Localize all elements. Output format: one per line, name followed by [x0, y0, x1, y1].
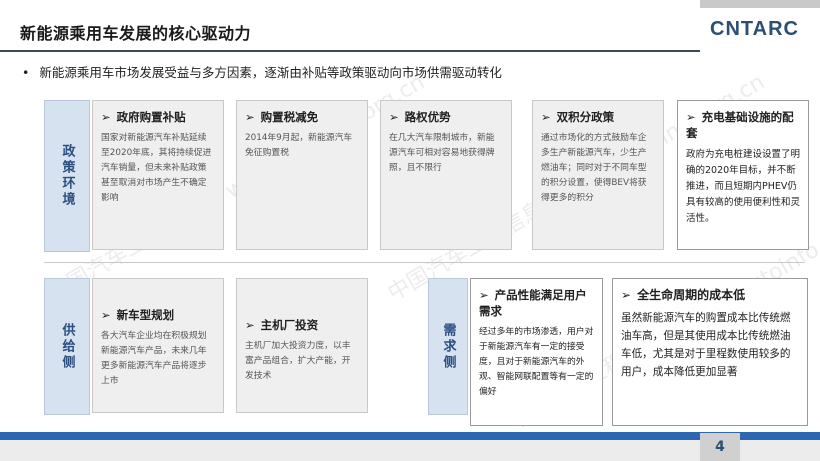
- card-body: 主机厂加大投资力度，以丰富产品组合，扩大产能，开发技术: [245, 341, 351, 381]
- title-divider: [0, 50, 700, 52]
- card-title: ➢ 全生命周期的成本低: [621, 287, 799, 303]
- logo-text: CNTARC: [710, 18, 799, 40]
- card-body: 政府为充电桩建设设置了明确的2020年目标，并不断推进，而且短期内PHEV仍具有…: [686, 149, 801, 224]
- card-title-text: 产品性能满足用户需求: [479, 288, 587, 318]
- logo: CNTARC: [700, 0, 820, 58]
- arrow-icon: ➢: [686, 110, 696, 124]
- card-title: ➢ 购置税减免: [245, 109, 359, 125]
- card-title-text: 新车型规划: [116, 308, 175, 322]
- card-title-text: 充电基础设施的配套: [686, 110, 794, 140]
- card-body: 各大汽车企业均在积极规划新能源汽车产品，未来几年更多新能源汽车产品将逐步上市: [101, 331, 207, 386]
- card-body: 2014年9月起，新能源汽车免征购置税: [245, 133, 353, 158]
- card-road-rights: ➢ 路权优势 在几大汽车限制城市，新能源汽车可相对容易地获得牌照，且不限行: [380, 100, 512, 250]
- arrow-icon: ➢: [479, 288, 489, 302]
- card-title: ➢ 充电基础设施的配套: [686, 109, 800, 141]
- card-title: ➢ 新车型规划: [101, 307, 215, 323]
- page-number: 4: [700, 433, 740, 461]
- arrow-icon: ➢: [541, 110, 551, 124]
- card-product-performance: ➢ 产品性能满足用户需求 经过多年的市场渗透，用户对于新能源汽车有一定的接受度，且…: [470, 278, 603, 426]
- arrow-icon: ➢: [101, 110, 111, 124]
- section-label-text: 需求侧: [440, 322, 456, 371]
- card-title-text: 购置税减免: [260, 110, 319, 124]
- card-title: ➢ 路权优势: [389, 109, 503, 125]
- card-title-text: 政府购置补贴: [116, 110, 186, 124]
- card-body: 经过多年的市场渗透，用户对于新能源汽车有一定的接受度，且对于新能源汽车的外观、智…: [479, 327, 594, 397]
- card-title: ➢ 政府购置补贴: [101, 109, 215, 125]
- card-title-text: 主机厂投资: [260, 318, 319, 332]
- footer-band: [0, 440, 820, 461]
- arrow-icon: ➢: [245, 110, 255, 124]
- logo-bar: [700, 0, 820, 8]
- card-title-text: 双积分政策: [556, 110, 615, 124]
- card-title: ➢ 主机厂投资: [245, 317, 359, 333]
- section-label-policy: 政策环境: [44, 100, 90, 252]
- card-lifecycle-cost: ➢ 全生命周期的成本低 虽然新能源汽车的购置成本比传统燃油车高，但是其使用成本比传…: [612, 278, 808, 426]
- card-new-model-planning: ➢ 新车型规划 各大汽车企业均在积极规划新能源汽车产品，未来几年更多新能源汽车产品…: [92, 278, 224, 413]
- card-title-text: 路权优势: [404, 110, 451, 124]
- card-oem-investment: ➢ 主机厂投资 主机厂加大投资力度，以丰富产品组合，扩大产能，开发技术: [236, 278, 368, 413]
- arrow-icon: ➢: [389, 110, 399, 124]
- card-dual-credit: ➢ 双积分政策 通过市场化的方式鼓励车企多生产新能源汽车，少生产燃油车；同时对于不…: [532, 100, 664, 250]
- card-body: 在几大汽车限制城市，新能源汽车可相对容易地获得牌照，且不限行: [389, 133, 495, 173]
- section-label-demand: 需求侧: [428, 278, 468, 415]
- subtitle: • 新能源乘用车市场发展受益与多方因素，逐渐由补贴等政策驱动向市场供需驱动转化: [22, 62, 502, 81]
- subtitle-text: 新能源乘用车市场发展受益与多方因素，逐渐由补贴等政策驱动向市场供需驱动转化: [39, 65, 502, 80]
- bullet-icon: •: [22, 65, 30, 80]
- card-title: ➢ 产品性能满足用户需求: [479, 287, 594, 319]
- section-label-supply: 供给侧: [44, 278, 90, 415]
- card-body: 国家对新能源汽车补贴延续至2020年底，其将持续促进汽车销量，但未来补贴政策甚至…: [101, 133, 212, 203]
- card-body: 通过市场化的方式鼓励车企多生产新能源汽车，少生产燃油车；同时对于不同车型的积分设…: [541, 133, 647, 203]
- section-divider: [44, 262, 804, 263]
- card-charging-infrastructure: ➢ 充电基础设施的配套 政府为充电桩建设设置了明确的2020年目标，并不断推进，而…: [677, 100, 809, 250]
- card-title-text: 全生命周期的成本低: [637, 288, 746, 302]
- page-title: 新能源乘用车发展的核心驱动力: [20, 24, 252, 43]
- card-purchase-subsidy: ➢ 政府购置补贴 国家对新能源汽车补贴延续至2020年底，其将持续促进汽车销量，但…: [92, 100, 224, 250]
- arrow-icon: ➢: [621, 288, 632, 302]
- arrow-icon: ➢: [245, 318, 255, 332]
- section-label-text: 供给侧: [59, 322, 75, 371]
- card-body: 虽然新能源汽车的购置成本比传统燃油车高，但是其使用成本比传统燃油车低，尤其是对于…: [621, 312, 791, 378]
- card-title: ➢ 双积分政策: [541, 109, 655, 125]
- card-tax-exemption: ➢ 购置税减免 2014年9月起，新能源汽车免征购置税: [236, 100, 368, 250]
- section-label-text: 政策环境: [59, 144, 75, 208]
- arrow-icon: ➢: [101, 308, 111, 322]
